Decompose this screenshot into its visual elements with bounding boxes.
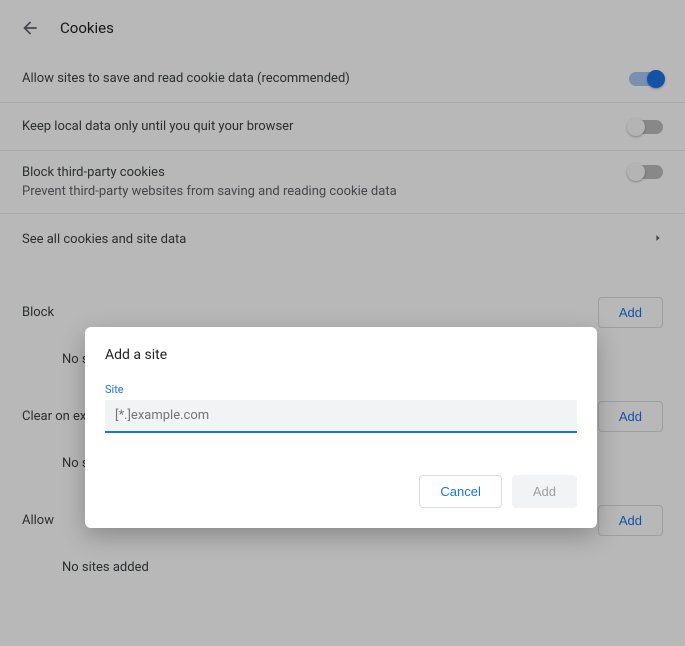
add-site-dialog: Add a site Site Cancel Add <box>85 327 597 528</box>
cancel-button[interactable]: Cancel <box>419 475 501 508</box>
dialog-title: Add a site <box>105 347 577 363</box>
site-input[interactable] <box>105 400 577 433</box>
add-button[interactable]: Add <box>512 475 577 508</box>
modal-scrim[interactable] <box>0 0 685 646</box>
field-label-site: Site <box>105 383 577 396</box>
